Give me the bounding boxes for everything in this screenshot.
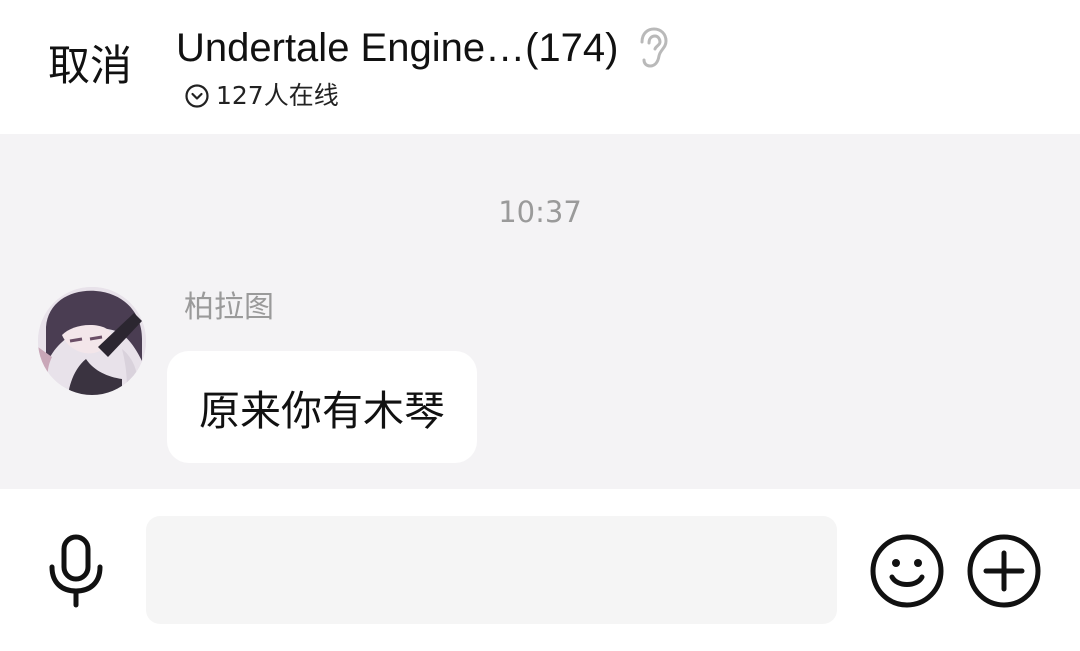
plus-circle-icon[interactable]: [966, 533, 1042, 609]
message-bubble[interactable]: 原来你有木琴: [167, 351, 477, 463]
message-input[interactable]: [146, 516, 837, 624]
chat-header: 取消 Undertale Engine…(174) 127人在线: [0, 0, 1080, 134]
group-title-row[interactable]: Undertale Engine…(174): [176, 22, 670, 74]
chevron-down-circle-icon: [184, 83, 210, 109]
avatar[interactable]: [38, 287, 146, 395]
message-timestamp: 10:37: [498, 195, 582, 229]
ear-icon[interactable]: [634, 26, 670, 70]
microphone-icon[interactable]: [44, 533, 108, 609]
group-title: Undertale Engine…(174): [176, 26, 619, 70]
cancel-button[interactable]: 取消: [48, 40, 132, 92]
smiley-icon[interactable]: [869, 533, 945, 609]
chat-screen: 取消 Undertale Engine…(174) 127人在线 10:37 柏…: [0, 0, 1080, 651]
input-bar: [0, 489, 1080, 651]
message-sender: 柏拉图: [184, 290, 274, 325]
online-count: 127人在线: [216, 81, 339, 110]
message-text: 原来你有木琴: [199, 387, 445, 435]
online-status[interactable]: 127人在线: [184, 80, 339, 112]
message-list[interactable]: 10:37 柏拉图 原来你有木琴: [0, 134, 1080, 489]
